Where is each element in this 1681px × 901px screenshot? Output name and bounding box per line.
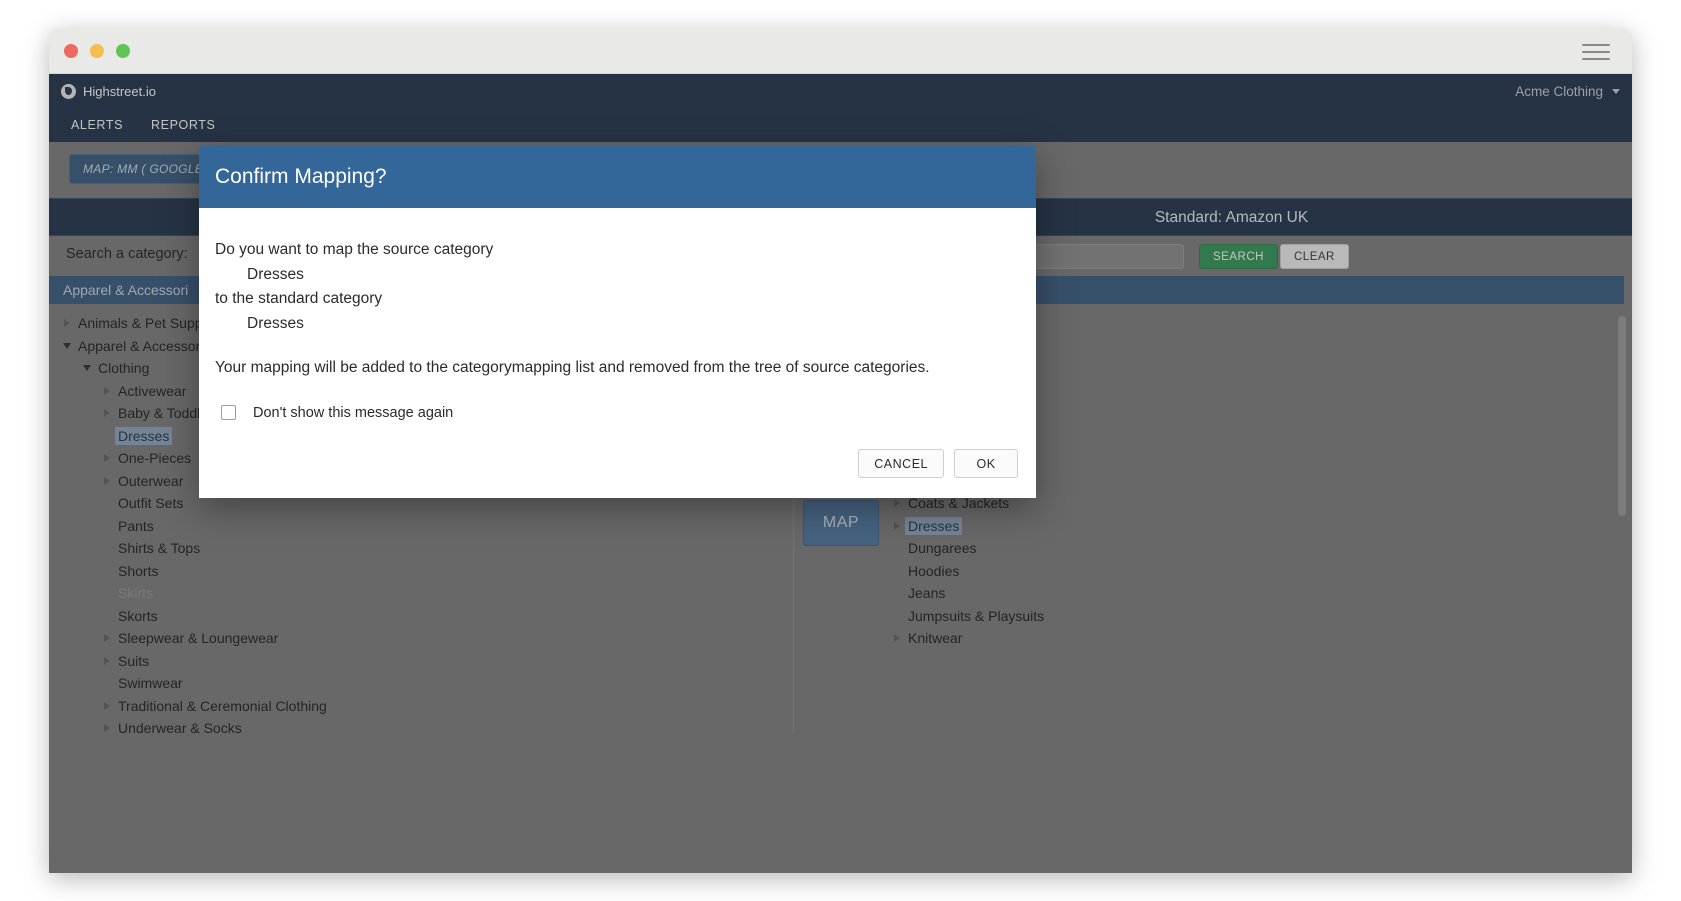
dialog-line-source-prompt: Do you want to map the source category	[215, 241, 494, 258]
confirm-mapping-dialog: Confirm Mapping? Do you want to map the …	[199, 146, 1036, 498]
app-viewport: Highstreet.io Acme Clothing ALERTS REPOR…	[49, 74, 1632, 873]
hamburger-menu-icon[interactable]	[1582, 44, 1610, 60]
dialog-line-standard-prompt: to the standard category	[215, 290, 383, 307]
dialog-standard-category: Dresses	[247, 314, 304, 332]
dialog-note: Your mapping will be added to the catego…	[215, 359, 930, 376]
dont-show-again-row: Don't show this message again	[215, 401, 1020, 426]
dialog-body: Do you want to map the source category D…	[199, 208, 1036, 425]
dont-show-again-label: Don't show this message again	[253, 404, 454, 421]
ok-button[interactable]: OK	[954, 449, 1018, 478]
window-titlebar	[49, 28, 1632, 74]
maximize-window-button[interactable]	[116, 44, 130, 58]
cancel-button[interactable]: CANCEL	[858, 449, 944, 478]
dialog-header: Confirm Mapping?	[199, 146, 1036, 208]
browser-window: Highstreet.io Acme Clothing ALERTS REPOR…	[49, 28, 1632, 873]
dialog-footer: CANCEL OK	[199, 425, 1036, 498]
dialog-source-category: Dresses	[247, 265, 304, 283]
minimize-window-button[interactable]	[90, 44, 104, 58]
dont-show-again-checkbox[interactable]	[221, 405, 236, 421]
dialog-title: Confirm Mapping?	[215, 165, 387, 188]
close-window-button[interactable]	[64, 44, 78, 58]
